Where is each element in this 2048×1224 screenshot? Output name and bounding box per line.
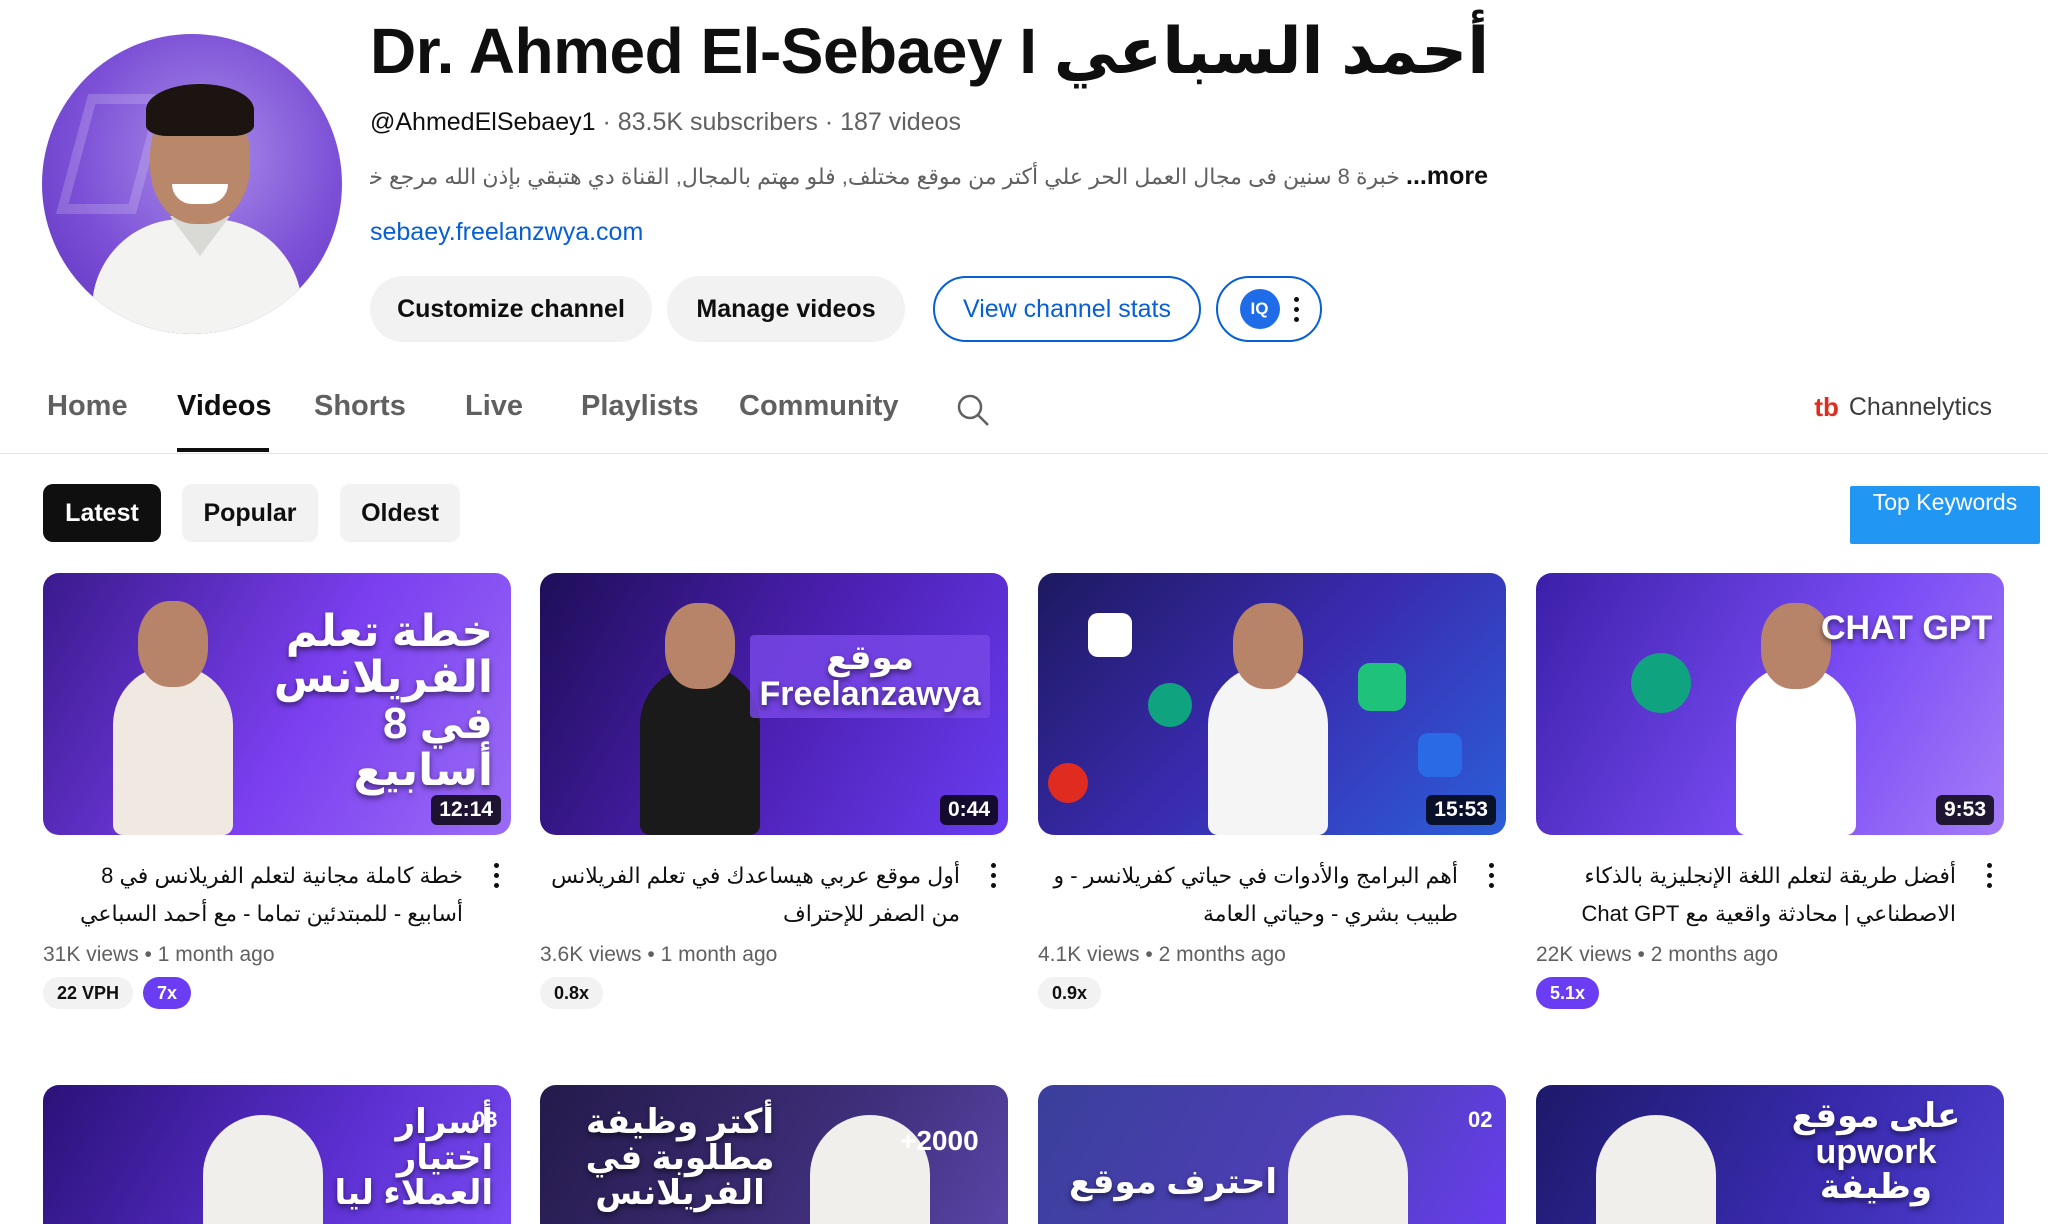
chip-oldest[interactable]: Oldest <box>340 484 460 542</box>
view-count: 3.6K views <box>540 943 642 966</box>
upload-age: 1 month ago <box>660 943 778 966</box>
video-thumbnail[interactable]: CHAT GPT 9:53 <box>1536 573 2004 835</box>
video-badges: 22 VPH 7x <box>43 977 511 1009</box>
jobs-tag: +2000 <box>900 1125 979 1156</box>
channel-handle: @AhmedElSebaey1 <box>370 108 596 136</box>
video-badges: 0.9x <box>1038 977 1506 1009</box>
video-thumbnail[interactable]: أسرار اختيار العملاء ليا 03 <box>43 1085 511 1224</box>
search-icon[interactable] <box>955 392 991 428</box>
video-thumbnail[interactable]: على موقع upwork وظيفة <box>1536 1085 2004 1224</box>
tab-home[interactable]: Home <box>47 390 128 423</box>
video-card[interactable]: على موقع upwork وظيفة <box>1536 1085 2004 1224</box>
video-badges: 5.1x <box>1536 977 2004 1009</box>
tab-playlists[interactable]: Playlists <box>581 390 699 423</box>
tab-community[interactable]: Community <box>739 390 899 423</box>
chip-latest[interactable]: Latest <box>43 484 161 542</box>
video-card[interactable]: خطة تعلم الفريلانس في 8 أسابيع 12:14 خطة… <box>43 573 511 1009</box>
video-thumbnail[interactable]: 15:53 <box>1038 573 1506 835</box>
customize-channel-button[interactable]: Customize channel <box>370 276 652 342</box>
thumbnail-text: على موقع upwork وظيفة <box>1791 1097 1961 1207</box>
tab-shorts[interactable]: Shorts <box>314 390 406 423</box>
video-menu-icon[interactable] <box>1489 863 1494 888</box>
multiplier-badge: 5.1x <box>1536 977 1600 1009</box>
video-duration: 15:53 <box>1426 795 1496 825</box>
manage-videos-button[interactable]: Manage videos <box>667 276 905 342</box>
thumbnail-text: خطة تعلم الفريلانس في 8 أسابيع <box>273 607 493 795</box>
video-meta: 3.6K views • 1 month ago <box>540 943 778 966</box>
video-card[interactable]: موقع Freelanzawya 0:44 أول موقع عربي هيس… <box>540 573 1008 1009</box>
video-thumbnail[interactable]: أكتر وظيفة مطلوبة في الفريلانس +2000 <box>540 1085 1008 1224</box>
description-text: خبرة 8 سنين فى مجال العمل الحر علي أكتر … <box>370 164 1400 189</box>
thumbnail-text: CHAT GPT <box>1821 609 1993 647</box>
chip-popular[interactable]: Popular <box>182 484 318 542</box>
channel-avatar <box>42 34 342 334</box>
episode-tag: 02 <box>1468 1107 1493 1132</box>
upload-age: 1 month ago <box>157 943 275 966</box>
video-menu-icon[interactable] <box>494 863 499 888</box>
video-badges: 0.8x <box>540 977 1008 1009</box>
video-meta: 4.1K views • 2 months ago <box>1038 943 1286 966</box>
video-title[interactable]: أهم البرامج والأدوات في حياتي كفريلانسر … <box>1038 857 1458 933</box>
vidiq-icon: IQ <box>1239 289 1280 329</box>
channel-description[interactable]: ...more خبرة 8 سنين فى مجال العمل الحر ع… <box>370 162 1488 191</box>
more-link[interactable]: ...more <box>1406 162 1488 190</box>
tab-live[interactable]: Live <box>465 390 523 423</box>
thumbnail-text: أسرار اختيار العملاء ليا <box>334 1103 493 1213</box>
channel-tabs: Home Videos Shorts Live Playlists Commun… <box>0 360 2048 454</box>
channel-link[interactable]: sebaey.freelanzwya.com <box>370 218 643 247</box>
video-count: 187 videos <box>840 108 962 136</box>
channel-meta: @AhmedElSebaey1 · 83.5K subscribers · 18… <box>370 108 962 136</box>
upload-age: 2 months ago <box>1650 943 1779 966</box>
episode-tag: 03 <box>473 1107 498 1132</box>
video-card[interactable]: أسرار اختيار العملاء ليا 03 <box>43 1085 511 1224</box>
video-card[interactable]: 15:53 أهم البرامج والأدوات في حياتي كفري… <box>1038 573 1506 1009</box>
video-thumbnail[interactable]: احترف موقع 02 <box>1038 1085 1506 1224</box>
video-thumbnail[interactable]: خطة تعلم الفريلانس في 8 أسابيع 12:14 <box>43 573 511 835</box>
view-count: 31K views <box>43 943 139 966</box>
multiplier-badge: 7x <box>143 977 192 1009</box>
video-meta: 31K views • 1 month ago <box>43 943 275 966</box>
tab-videos[interactable]: Videos <box>177 390 272 423</box>
video-card[interactable]: CHAT GPT 9:53 أفضل طريقة لتعلم اللغة الإ… <box>1536 573 2004 1009</box>
thumbnail-text: موقع Freelanzawya <box>750 635 990 719</box>
vph-badge: 22 VPH <box>43 977 134 1009</box>
more-vert-icon <box>1293 296 1299 322</box>
view-channel-stats-button[interactable]: View channel stats <box>933 276 1201 342</box>
video-card[interactable]: احترف موقع 02 <box>1038 1085 1506 1224</box>
upload-age: 2 months ago <box>1158 943 1286 966</box>
multiplier-badge: 0.9x <box>1038 977 1102 1009</box>
channelytics-icon: tb <box>1814 392 1839 422</box>
channelytics-label: Channelytics <box>1848 393 1992 421</box>
video-duration: 12:14 <box>431 795 501 825</box>
video-menu-icon[interactable] <box>991 863 996 888</box>
video-card[interactable]: أكتر وظيفة مطلوبة في الفريلانس +2000 <box>540 1085 1008 1224</box>
view-count: 4.1K views <box>1038 943 1140 966</box>
vidiq-menu-button[interactable]: IQ <box>1216 276 1322 342</box>
top-keywords-button[interactable]: Top Keywords <box>1850 486 2040 544</box>
active-tab-indicator <box>177 448 269 452</box>
video-meta: 22K views • 2 months ago <box>1536 943 1779 966</box>
view-count: 22K views <box>1536 943 1632 966</box>
video-duration: 0:44 <box>939 795 998 825</box>
channelytics-button[interactable]: tb Channelytics <box>1814 392 1992 423</box>
video-title[interactable]: خطة كاملة مجانية لتعلم الفريلانس في 8 أس… <box>43 857 463 933</box>
multiplier-badge: 0.8x <box>540 977 604 1009</box>
video-title[interactable]: أول موقع عربي هيساعدك في تعلم الفريلانس … <box>540 857 960 933</box>
video-duration: 9:53 <box>1935 795 1994 825</box>
subscriber-count: 83.5K subscribers <box>617 108 818 136</box>
video-menu-icon[interactable] <box>1987 863 1992 888</box>
thumbnail-text: أكتر وظيفة مطلوبة في الفريلانس <box>585 1103 775 1213</box>
channel-title: Dr. Ahmed El-Sebaey I أحمد السباعي <box>370 15 1490 87</box>
thumbnail-text: احترف موقع <box>1069 1163 1277 1201</box>
video-title[interactable]: أفضل طريقة لتعلم اللغة الإنجليزية بالذكا… <box>1536 857 1956 933</box>
video-thumbnail[interactable]: موقع Freelanzawya 0:44 <box>540 573 1008 835</box>
